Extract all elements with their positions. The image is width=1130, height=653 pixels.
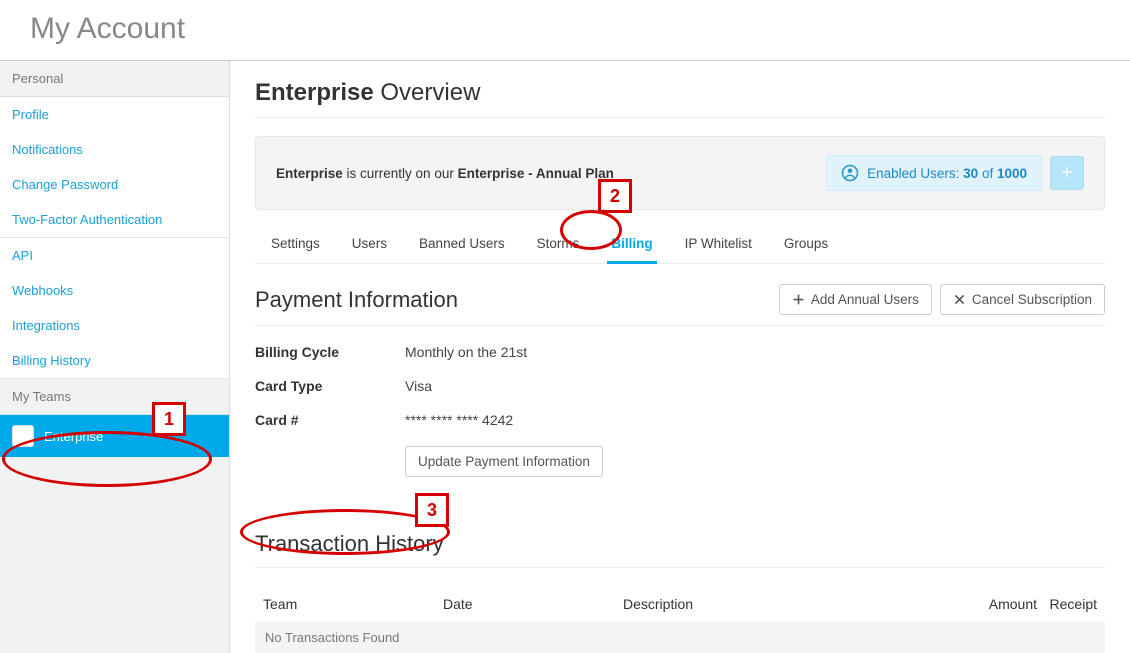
card-type-value: Visa: [405, 378, 432, 394]
plan-plan-name: Enterprise - Annual Plan: [458, 166, 614, 181]
tab-storms[interactable]: Storms: [533, 226, 584, 263]
transaction-section-title: Transaction History: [255, 531, 444, 557]
payment-section-title: Payment Information: [255, 287, 458, 313]
overview-title-rest: Overview: [374, 79, 481, 106]
th-amount: Amount: [967, 596, 1037, 612]
close-icon: [953, 293, 966, 306]
sidebar-item-integrations[interactable]: Integrations: [0, 308, 229, 343]
th-date: Date: [443, 596, 623, 612]
add-annual-users-label: Add Annual Users: [811, 292, 919, 307]
tab-bar: Settings Users Banned Users Storms Billi…: [255, 222, 1105, 264]
overview-title: Enterprise Overview: [255, 79, 1105, 118]
update-payment-button[interactable]: Update Payment Information: [405, 446, 603, 477]
update-payment-label: Update Payment Information: [418, 454, 590, 469]
tab-banned-users[interactable]: Banned Users: [415, 226, 509, 263]
sidebar-section-personal: Personal: [0, 61, 229, 97]
add-annual-users-button[interactable]: Add Annual Users: [779, 284, 932, 315]
card-type-label: Card Type: [255, 378, 405, 394]
th-description: Description: [623, 596, 967, 612]
cancel-subscription-label: Cancel Subscription: [972, 292, 1092, 307]
tab-settings[interactable]: Settings: [267, 226, 324, 263]
plus-icon: +: [1061, 162, 1073, 185]
billing-cycle-value: Monthly on the 21st: [405, 344, 527, 360]
main-content: Enterprise Overview Enterprise is curren…: [230, 61, 1130, 653]
sidebar-section-my-teams: My Teams: [0, 379, 229, 415]
cancel-subscription-button[interactable]: Cancel Subscription: [940, 284, 1105, 315]
sidebar-item-billing-history[interactable]: Billing History: [0, 343, 229, 378]
plan-mid-text: is currently on our: [343, 166, 458, 181]
card-number-label: Card #: [255, 412, 405, 428]
sidebar-item-profile[interactable]: Profile: [0, 97, 229, 132]
enabled-users-text: Enabled Users: 30 of 1000: [867, 166, 1027, 181]
tab-ip-whitelist[interactable]: IP Whitelist: [681, 226, 756, 263]
plus-icon: [792, 293, 805, 306]
card-number-value: **** **** **** 4242: [405, 412, 513, 428]
tab-billing[interactable]: Billing: [607, 226, 656, 263]
sidebar-item-notifications[interactable]: Notifications: [0, 132, 229, 167]
enabled-users-total: 1000: [997, 166, 1027, 181]
page-title: My Account: [0, 0, 1130, 60]
billing-cycle-label: Billing Cycle: [255, 344, 405, 360]
transaction-table-header: Team Date Description Amount Receipt: [255, 586, 1105, 622]
sidebar-item-webhooks[interactable]: Webhooks: [0, 273, 229, 308]
sidebar-team-enterprise[interactable]: Enterprise: [0, 415, 229, 457]
no-transactions-row: No Transactions Found: [255, 622, 1105, 653]
th-team: Team: [263, 596, 443, 612]
sidebar-item-api[interactable]: API: [0, 238, 229, 273]
plan-team-name: Enterprise: [276, 166, 343, 181]
th-receipt: Receipt: [1037, 596, 1097, 612]
overview-title-team: Enterprise: [255, 79, 374, 106]
sidebar: Personal Profile Notifications Change Pa…: [0, 61, 230, 653]
enabled-users-of: of: [978, 166, 997, 181]
team-label: Enterprise: [44, 429, 103, 444]
plan-text: Enterprise is currently on our Enterpris…: [276, 166, 614, 181]
tab-users[interactable]: Users: [348, 226, 391, 263]
team-avatar-icon: [12, 425, 34, 447]
add-users-button[interactable]: +: [1050, 156, 1084, 190]
enabled-users-count: 30: [963, 166, 978, 181]
tab-groups[interactable]: Groups: [780, 226, 832, 263]
enabled-users-prefix: Enabled Users:: [867, 166, 963, 181]
sidebar-item-two-factor[interactable]: Two-Factor Authentication: [0, 202, 229, 237]
enabled-users-badge[interactable]: Enabled Users: 30 of 1000: [826, 155, 1042, 191]
sidebar-item-change-password[interactable]: Change Password: [0, 167, 229, 202]
user-icon: [841, 164, 859, 182]
plan-status-box: Enterprise is currently on our Enterpris…: [255, 136, 1105, 210]
